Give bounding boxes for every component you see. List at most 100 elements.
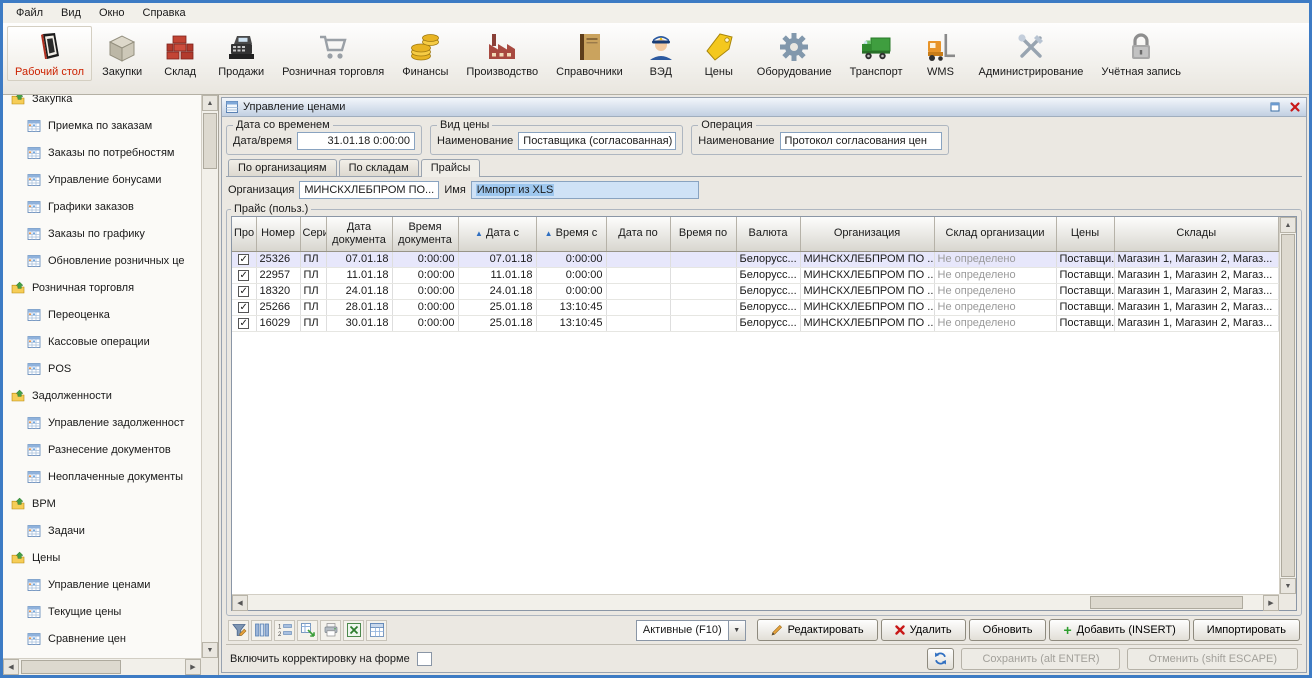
toolbar-item-coins[interactable]: Финансы [394, 26, 456, 81]
column-header[interactable]: Время документа [392, 217, 458, 251]
maximize-button[interactable] [1267, 100, 1282, 114]
table-row[interactable]: ✓25266ПЛ28.01.180:00:0025.01.1813:10:45Б… [232, 299, 1279, 315]
sidebar-item-20[interactable]: Сравнение цен [3, 625, 201, 652]
scroll-down-icon[interactable]: ▼ [1280, 578, 1296, 594]
filter-button[interactable] [228, 620, 249, 641]
sidebar-item-17[interactable]: Цены [3, 544, 201, 571]
sidebar-item-11[interactable]: Задолженности [3, 382, 201, 409]
toolbar-item-customs-officer[interactable]: ВЭД [633, 26, 689, 81]
numbering-button[interactable]: ​12 [274, 620, 295, 641]
sidebar-item-12[interactable]: Управление задолженност [3, 409, 201, 436]
name-input[interactable]: Импорт из XLS [471, 181, 699, 199]
print-button[interactable] [320, 620, 341, 641]
toolbar-item-warehouse-bricks[interactable]: Склад [152, 26, 208, 81]
tab-by-warehouses[interactable]: По складам [339, 159, 419, 176]
toolbar-item-forklift[interactable]: WMS [913, 26, 969, 81]
toolbar-item-tools[interactable]: Администрирование [971, 26, 1092, 81]
sidebar-item-2[interactable]: Заказы по потребностям [3, 139, 201, 166]
sidebar-item-13[interactable]: Разнесение документов [3, 436, 201, 463]
column-header[interactable]: Номер [256, 217, 300, 251]
scroll-right-icon[interactable]: ▶ [185, 659, 201, 675]
sidebar-vertical-scrollbar[interactable]: ▲ ▼ [201, 95, 218, 658]
tab-by-organizations[interactable]: По организациям [228, 159, 337, 176]
toolbar-item-padlock[interactable]: Учётная запись [1093, 26, 1189, 81]
tab-prices[interactable]: Прайсы [421, 159, 481, 177]
sidebar-item-8[interactable]: Переоценка [3, 301, 201, 328]
row-checkbox[interactable]: ✓ [238, 270, 249, 281]
scroll-left-icon[interactable]: ◀ [3, 659, 19, 675]
table-vertical-scrollbar[interactable]: ▲ ▼ [1279, 217, 1296, 594]
toolbar-item-truck[interactable]: Транспорт [842, 26, 911, 81]
cancel-button[interactable]: Отменить (shift ESCAPE) [1127, 648, 1298, 670]
table-row[interactable]: ✓18320ПЛ24.01.180:00:0024.01.180:00:00Бе… [232, 283, 1279, 299]
scroll-down-icon[interactable]: ▼ [202, 642, 218, 658]
table-horizontal-scrollbar[interactable]: ◀ ▶ [232, 594, 1279, 610]
sidebar-item-3[interactable]: Управление бонусами [3, 166, 201, 193]
column-header[interactable]: Время по [670, 217, 736, 251]
scroll-left-icon[interactable]: ◀ [232, 595, 248, 611]
column-header[interactable]: Дата документа [326, 217, 392, 251]
operation-input[interactable]: Протокол согласования цен [780, 132, 942, 150]
sidebar-item-9[interactable]: Кассовые операции [3, 328, 201, 355]
import-button[interactable]: Импортировать [1193, 619, 1300, 641]
scroll-up-icon[interactable]: ▲ [202, 95, 218, 111]
column-header[interactable]: Про [232, 217, 256, 251]
column-header[interactable]: Склады [1114, 217, 1279, 251]
sidebar-item-19[interactable]: Текущие цены [3, 598, 201, 625]
table-row[interactable]: ✓16029ПЛ30.01.180:00:0025.01.1813:10:45Б… [232, 315, 1279, 331]
filter-mode-dropdown[interactable]: Активные (F10) ▼ [636, 620, 746, 641]
toolbar-item-factory[interactable]: Производство [458, 26, 546, 81]
column-header[interactable]: ▲ Дата с [458, 217, 536, 251]
toolbar-item-gear[interactable]: Оборудование [749, 26, 840, 81]
sidebar-item-15[interactable]: BPM [3, 490, 201, 517]
sidebar-horizontal-scrollbar[interactable]: ◀ ▶ [3, 658, 201, 675]
table-row[interactable]: ✓25326ПЛ07.01.180:00:0007.01.180:00:00Бе… [232, 251, 1279, 267]
column-header[interactable]: Склад организации [934, 217, 1056, 251]
row-checkbox[interactable]: ✓ [238, 286, 249, 297]
close-button[interactable] [1287, 100, 1302, 114]
sidebar-item-0[interactable]: Закупка [3, 95, 201, 112]
column-header[interactable]: Дата по [606, 217, 670, 251]
sidebar-item-6[interactable]: Обновление розничных це [3, 247, 201, 274]
column-header[interactable]: Цены [1056, 217, 1114, 251]
column-header[interactable]: Валюта [736, 217, 800, 251]
sidebar-item-14[interactable]: Неоплаченные документы [3, 463, 201, 490]
column-header[interactable]: Организация [800, 217, 934, 251]
scroll-right-icon[interactable]: ▶ [1263, 595, 1279, 611]
organization-input[interactable]: МИНСКХЛЕБПРОМ ПО... [299, 181, 439, 199]
add-button[interactable]: + Добавить (INSERT) [1049, 619, 1189, 641]
toolbar-item-desktop[interactable]: Рабочий стол [7, 26, 92, 81]
column-header[interactable]: Сери [300, 217, 326, 251]
toolbar-item-book[interactable]: Справочники [548, 26, 631, 81]
sync-button[interactable] [927, 648, 954, 670]
sidebar-item-1[interactable]: Приемка по заказам [3, 112, 201, 139]
sidebar-item-4[interactable]: Графики заказов [3, 193, 201, 220]
toolbar-item-purchases-box[interactable]: Закупки [94, 26, 150, 81]
row-checkbox[interactable]: ✓ [238, 302, 249, 313]
menu-item-2[interactable]: Окно [90, 5, 134, 21]
correction-checkbox[interactable] [417, 652, 432, 666]
chevron-down-icon[interactable]: ▼ [728, 621, 745, 640]
menu-item-1[interactable]: Вид [52, 5, 90, 21]
column-header[interactable]: ▲ Время с [536, 217, 606, 251]
toolbar-item-cash-register[interactable]: Продажи [210, 26, 272, 81]
toolbar-item-shopping-cart[interactable]: Розничная торговля [274, 26, 392, 81]
table-row[interactable]: ✓22957ПЛ11.01.180:00:0011.01.180:00:00Бе… [232, 267, 1279, 283]
menu-item-0[interactable]: Файл [7, 5, 52, 21]
edit-button[interactable]: Редактировать [757, 619, 878, 641]
refresh-button[interactable]: Обновить [969, 619, 1047, 641]
sidebar-item-5[interactable]: Заказы по графику [3, 220, 201, 247]
row-checkbox[interactable]: ✓ [238, 318, 249, 329]
export-grid-button[interactable] [297, 620, 318, 641]
save-button[interactable]: Сохранить (alt ENTER) [961, 648, 1120, 670]
delete-button[interactable]: Удалить [881, 619, 966, 641]
excel-button[interactable] [343, 620, 364, 641]
menu-item-3[interactable]: Справка [134, 5, 195, 21]
sidebar-item-7[interactable]: Розничная торговля [3, 274, 201, 301]
sidebar-item-16[interactable]: Задачи [3, 517, 201, 544]
sidebar-item-10[interactable]: POS [3, 355, 201, 382]
toolbar-item-price-tag[interactable]: Цены [691, 26, 747, 81]
sidebar-item-18[interactable]: Управление ценами [3, 571, 201, 598]
price-kind-input[interactable]: Поставщика (согласованная) [518, 132, 676, 150]
scroll-up-icon[interactable]: ▲ [1280, 217, 1296, 233]
